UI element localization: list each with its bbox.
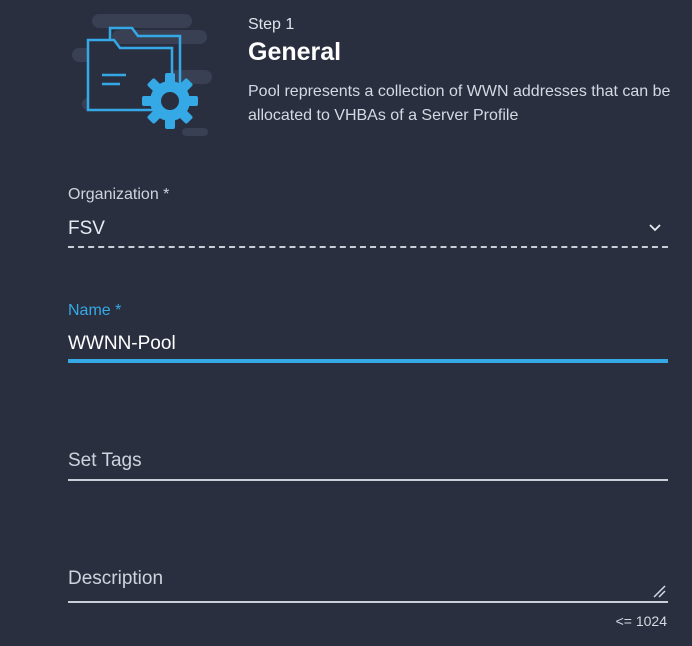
organization-underline <box>68 246 668 248</box>
chevron-down-icon[interactable] <box>648 220 662 234</box>
page-title: General <box>248 38 342 66</box>
step-label: Step 1 <box>248 16 295 33</box>
step-description: Pool represents a collection of WWN addr… <box>248 83 671 124</box>
description-underline <box>68 601 668 603</box>
organization-label: Organization * <box>68 186 170 203</box>
char-limit-text: <= 1024 <box>615 613 667 629</box>
tags-input[interactable]: Set Tags <box>68 450 142 472</box>
organization-value[interactable]: FSV <box>68 218 105 240</box>
folder-gear-icon <box>72 14 212 136</box>
resize-handle-icon[interactable] <box>652 584 666 598</box>
name-underline <box>68 359 668 363</box>
name-input[interactable]: WWNN-Pool <box>68 333 176 355</box>
name-label: Name * <box>68 302 122 319</box>
tags-underline <box>68 479 668 481</box>
description-input[interactable]: Description <box>68 568 163 590</box>
